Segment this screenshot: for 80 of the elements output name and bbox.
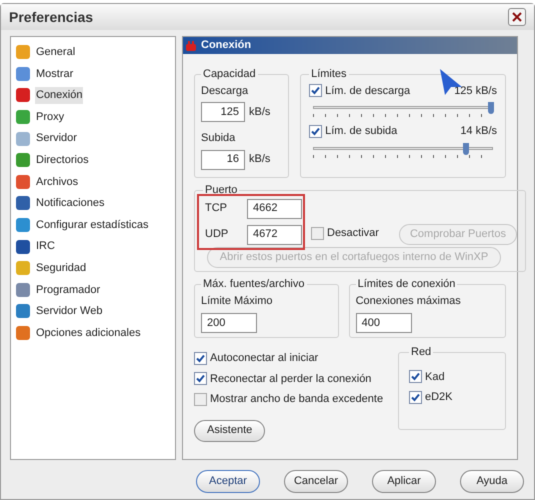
group-title: Máx. fuentes/archivo	[202, 277, 306, 292]
slider-thumb[interactable]	[488, 102, 494, 114]
button[interactable]: Aplicar	[372, 470, 436, 493]
slider-reading: 14 kB/s	[460, 124, 497, 139]
unit-label: kB/s	[249, 104, 270, 120]
sidebar-item[interactable]: Seguridad	[35, 260, 88, 276]
checkbox[interactable]	[309, 84, 322, 98]
plug-icon	[185, 40, 197, 52]
category-icon	[16, 110, 30, 124]
sidebar-item[interactable]: Archivos	[35, 174, 80, 190]
checkbox[interactable]	[309, 124, 322, 138]
checkbox-label: Lím. de subida	[325, 124, 398, 139]
category-icon	[16, 304, 30, 318]
close-icon	[512, 12, 522, 22]
checkbox[interactable]	[194, 372, 207, 386]
sidebar-item[interactable]: Proxy	[35, 108, 66, 126]
button[interactable]: Ayuda	[460, 470, 524, 493]
input-field[interactable]: 400	[356, 313, 412, 333]
sidebar-item[interactable]: Configurar estadísticas	[35, 216, 150, 234]
category-icon	[16, 240, 30, 254]
checkbox[interactable]	[194, 352, 207, 365]
sidebar-item[interactable]: Notificaciones	[35, 195, 106, 212]
input-field[interactable]: 4672	[247, 224, 302, 244]
input-field[interactable]: 4662	[247, 198, 302, 218]
category-icon	[16, 174, 30, 189]
input-field[interactable]: 125	[201, 102, 245, 122]
category-icon	[16, 282, 30, 297]
button[interactable]: Cancelar	[284, 470, 348, 493]
input-field[interactable]: 200	[201, 313, 257, 333]
sidebar-item[interactable]: General	[35, 44, 76, 61]
checkbox-label: Lím. de descarga	[325, 84, 410, 98]
panel-title: Conexión	[201, 38, 252, 54]
sidebar-item[interactable]: Mostrar	[35, 66, 74, 82]
sidebar-item[interactable]: Opciones adicionales	[35, 324, 142, 342]
group-title: Puerto	[204, 183, 238, 198]
checkbox[interactable]	[311, 226, 324, 240]
checkbox[interactable]	[194, 392, 207, 406]
checkbox[interactable]	[409, 370, 422, 384]
sidebar-item[interactable]: Directorios	[35, 152, 90, 169]
category-icon	[16, 196, 30, 210]
sidebar-item[interactable]: Programador	[35, 282, 102, 298]
slider-thumb[interactable]	[463, 142, 469, 154]
input-field[interactable]: 16	[201, 150, 245, 170]
checkbox[interactable]	[409, 390, 422, 404]
category-icon	[16, 153, 30, 168]
field-label: Conexiones máximas	[356, 294, 462, 308]
slider-reading: 125 kB/s	[454, 84, 497, 98]
field-label: Subida	[201, 131, 236, 146]
group-title: Red	[410, 345, 432, 360]
category-icon	[16, 45, 30, 60]
field-label: TCP	[204, 201, 228, 216]
button[interactable]: Aceptar	[196, 470, 260, 493]
group-title: Capacidad	[202, 67, 257, 82]
sidebar-item[interactable]: IRC	[35, 238, 56, 255]
checkbox-label: eD2K	[425, 390, 453, 405]
checkbox-label: Mostrar ancho de banda excedente	[210, 392, 384, 407]
sidebar-item[interactable]: Conexión	[35, 87, 84, 104]
field-label: Descarga	[201, 84, 250, 98]
button[interactable]: Asistente	[194, 420, 266, 442]
category-icon	[16, 132, 30, 146]
slider[interactable]	[313, 142, 493, 160]
sidebar-item[interactable]: Servidor Web	[35, 303, 104, 320]
category-icon	[16, 88, 30, 102]
checkbox-label: Desactivar	[327, 226, 379, 241]
window-title: Preferencias	[9, 8, 94, 26]
close-button[interactable]	[508, 8, 526, 26]
field-label: Límite Máximo	[201, 294, 274, 308]
group-title: Límites	[310, 67, 348, 82]
checkbox-label: Autoconectar al iniciar	[210, 351, 318, 366]
sidebar-item[interactable]: Servidor	[35, 130, 78, 147]
category-icon	[16, 66, 30, 81]
category-icon	[16, 261, 30, 276]
unit-label: kB/s	[249, 152, 270, 168]
field-label: UDP	[204, 227, 230, 242]
checkbox-label: Reconectar al perder la conexión	[210, 372, 372, 386]
group-title: Límites de conexión	[356, 277, 456, 292]
category-icon	[16, 218, 30, 232]
category-icon	[16, 326, 30, 340]
slider[interactable]	[313, 101, 493, 119]
checkbox-label: Kad	[425, 370, 445, 384]
